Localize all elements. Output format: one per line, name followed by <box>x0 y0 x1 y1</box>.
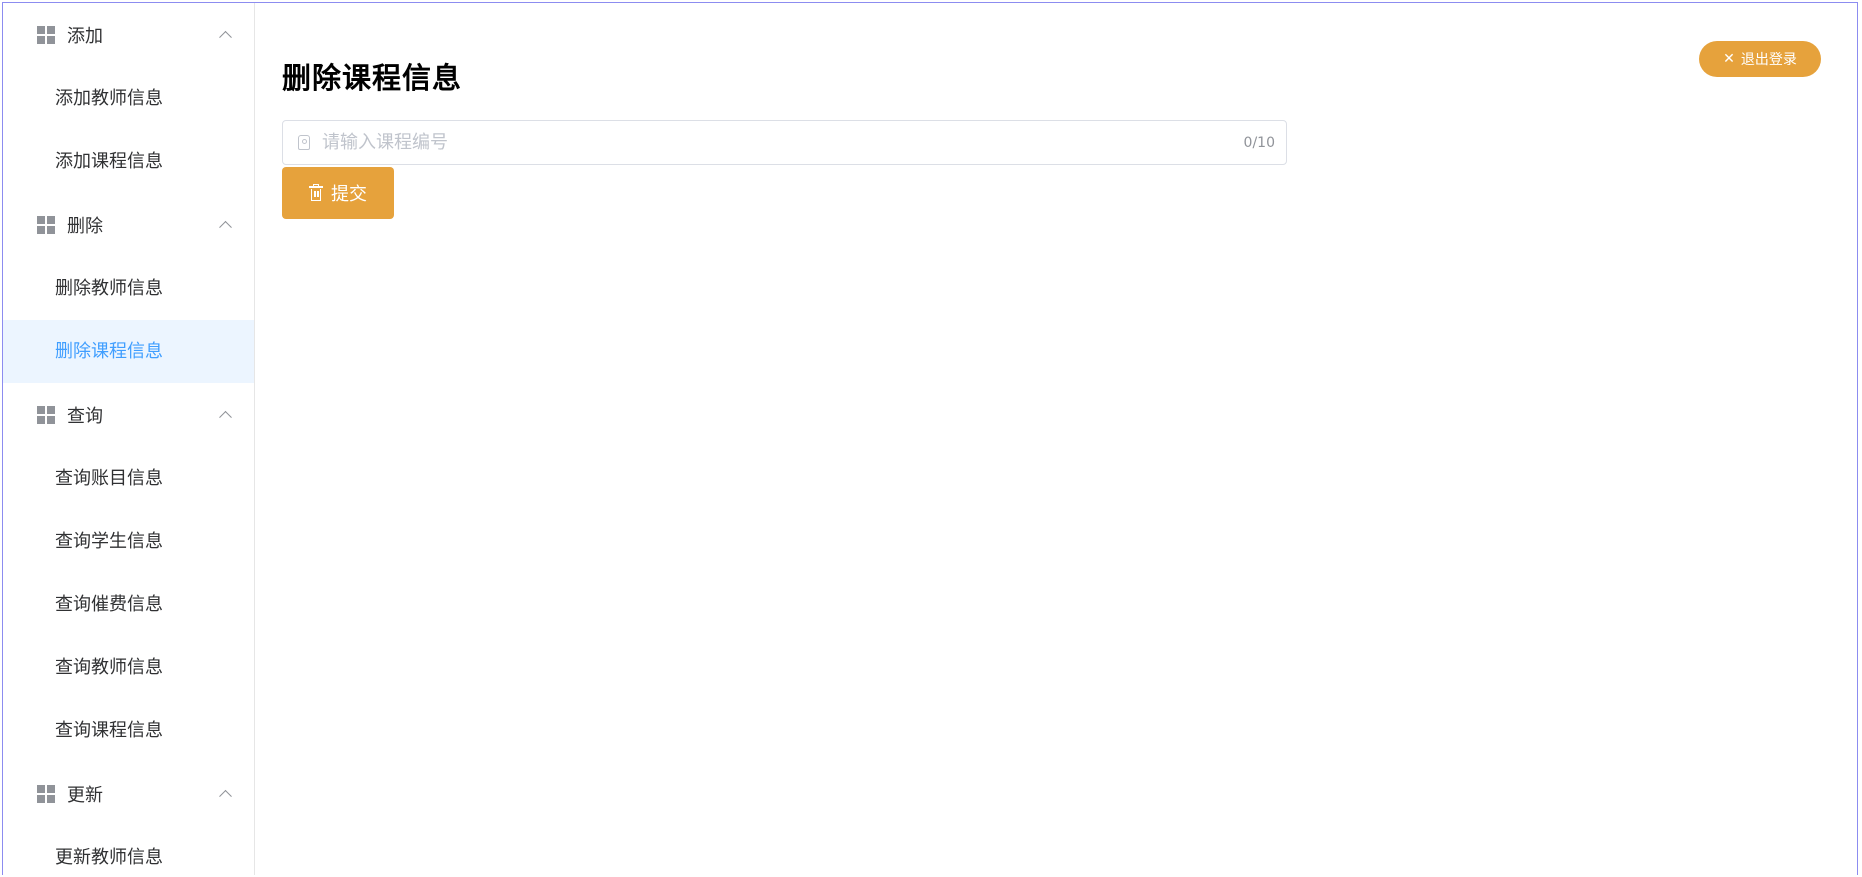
chevron-up-icon <box>219 30 232 44</box>
sidebar-menu: 添加 添加教师信息 添加课程信息 删除 删除教师信息 删除课程信息 查询 查询账… <box>3 3 255 875</box>
sidebar-item-query-students[interactable]: 查询学生信息 <box>3 510 254 573</box>
main-content: 删除课程信息 ✕ 退出登录 0/10 提交 <box>255 3 1857 875</box>
grid-icon <box>37 26 55 44</box>
sidebar-item-add-course[interactable]: 添加课程信息 <box>3 130 254 193</box>
close-icon: ✕ <box>1723 51 1735 67</box>
submit-label: 提交 <box>331 184 367 205</box>
sidebar-item-add-teacher[interactable]: 添加教师信息 <box>3 67 254 130</box>
sidebar-item-delete-course[interactable]: 删除课程信息 <box>3 320 254 383</box>
submit-button[interactable]: 提交 <box>282 167 394 219</box>
menu-group-label: 添加 <box>67 26 103 47</box>
sidebar-item-delete-teacher[interactable]: 删除教师信息 <box>3 257 254 320</box>
logout-label: 退出登录 <box>1740 52 1797 68</box>
menu-group-label: 查询 <box>67 406 103 427</box>
logout-button[interactable]: ✕ 退出登录 <box>1699 41 1821 77</box>
menu-group-query[interactable]: 查询 <box>3 383 254 447</box>
tag-icon <box>298 135 310 150</box>
grid-icon <box>37 785 55 803</box>
course-id-field[interactable]: 0/10 <box>282 120 1287 165</box>
sidebar-item-query-accounts[interactable]: 查询账目信息 <box>3 447 254 510</box>
menu-group-delete[interactable]: 删除 <box>3 193 254 257</box>
grid-icon <box>37 216 55 234</box>
sidebar-item-query-reminders[interactable]: 查询催费信息 <box>3 573 254 636</box>
char-counter: 0/10 <box>1243 134 1275 151</box>
sidebar-item-query-courses[interactable]: 查询课程信息 <box>3 699 254 762</box>
course-id-input[interactable] <box>320 120 1244 165</box>
sidebar-item-update-teacher[interactable]: 更新教师信息 <box>3 826 254 875</box>
chevron-up-icon <box>219 220 232 234</box>
chevron-up-icon <box>219 789 232 803</box>
page-title: 删除课程信息 <box>282 61 463 95</box>
app-frame: 添加 添加教师信息 添加课程信息 删除 删除教师信息 删除课程信息 查询 查询账… <box>2 2 1858 875</box>
trash-icon <box>309 184 323 201</box>
menu-group-add[interactable]: 添加 <box>3 3 254 67</box>
chevron-up-icon <box>219 410 232 424</box>
grid-icon <box>37 406 55 424</box>
sidebar-item-query-teachers[interactable]: 查询教师信息 <box>3 636 254 699</box>
menu-group-label: 删除 <box>67 216 103 237</box>
menu-group-label: 更新 <box>67 785 103 806</box>
menu-group-update[interactable]: 更新 <box>3 762 254 826</box>
